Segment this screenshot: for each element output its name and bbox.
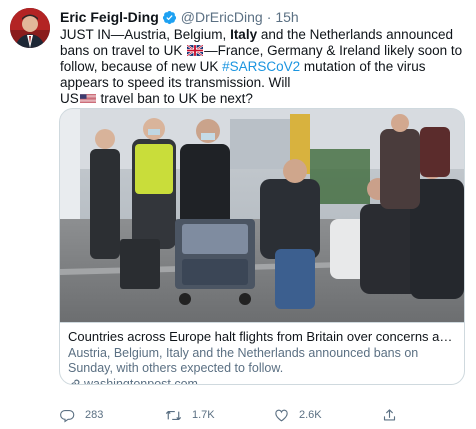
tweet-text-segment: US — [60, 91, 79, 106]
author-name[interactable]: Eric Feigl-Ding — [60, 8, 159, 26]
hashtag-link[interactable]: #SARSCoV2 — [222, 59, 300, 74]
card-description: Austria, Belgium, Italy and the Netherla… — [68, 346, 419, 375]
link-card[interactable]: Countries across Europe halt flights fro… — [59, 108, 465, 385]
us-flag-icon — [79, 92, 96, 103]
author-handle[interactable]: @DrEricDing — [181, 8, 263, 26]
heart-icon — [275, 409, 288, 421]
card-domain: washingtonpost.com — [68, 377, 456, 385]
reply-icon — [60, 409, 75, 423]
like-button[interactable]: 2.6K — [274, 406, 322, 424]
reply-button[interactable]: 283 — [60, 406, 103, 424]
like-count: 2.6K — [299, 409, 322, 421]
card-domain-text: washingtonpost.com — [84, 377, 198, 385]
verified-badge-icon — [162, 10, 177, 25]
share-button[interactable] — [382, 406, 407, 424]
retweet-count: 1.7K — [192, 409, 215, 421]
card-body[interactable]: Countries across Europe halt flights fro… — [60, 322, 464, 385]
card-image[interactable] — [60, 109, 464, 322]
retweet-button[interactable]: 1.7K — [165, 406, 215, 424]
tweet-header: Eric Feigl-Ding @DrEricDing · 15h — [60, 8, 299, 26]
avatar[interactable] — [10, 8, 50, 48]
card-title[interactable]: Countries across Europe halt flights fro… — [68, 329, 456, 345]
tweet-text-segment: travel ban to UK be next? — [96, 91, 253, 106]
tweet-text-bold: Italy — [230, 27, 258, 42]
separator-dot: · — [266, 9, 272, 25]
link-icon — [71, 379, 80, 384]
tweet-text-segment: JUST IN—Austria, Belgium, — [60, 27, 231, 42]
tweet-actions: 283 1.7K 2.6K — [60, 406, 460, 426]
tweet-text: JUST IN—Austria, Belgium, Italy and the … — [60, 27, 465, 107]
tweet[interactable]: Eric Feigl-Ding @DrEricDing · 15h JUST I… — [0, 0, 476, 429]
timestamp[interactable]: 15h — [275, 8, 298, 26]
reply-count: 283 — [85, 409, 104, 421]
retweet-icon — [165, 410, 182, 420]
uk-flag-icon — [186, 44, 204, 57]
share-icon — [383, 408, 396, 420]
